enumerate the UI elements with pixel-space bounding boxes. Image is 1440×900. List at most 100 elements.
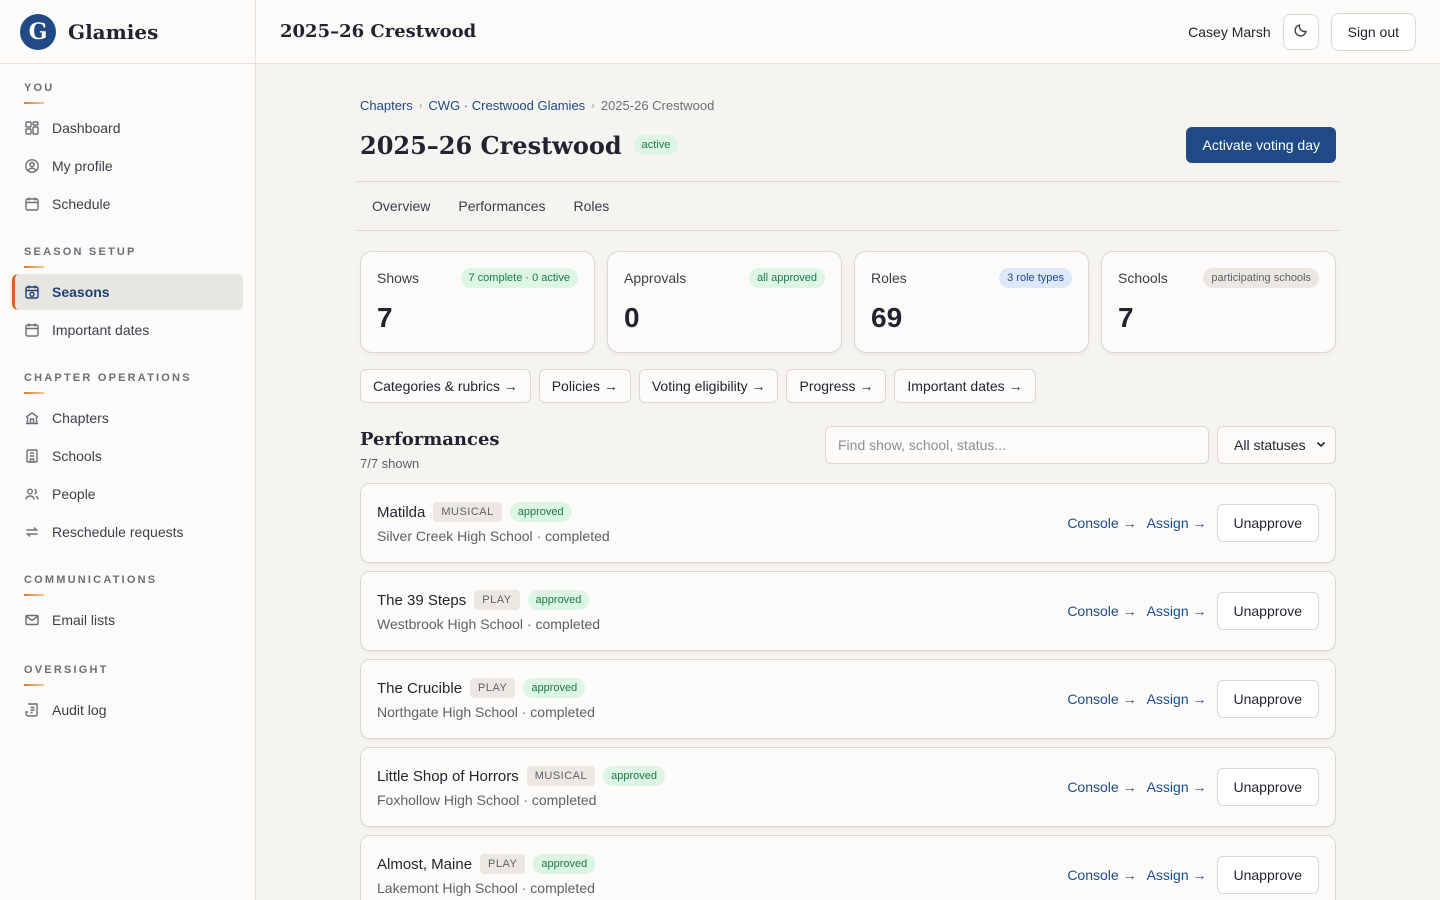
dashboard-icon [24,120,40,136]
tab-performances[interactable]: Performances [458,198,545,214]
list-item: Matilda MUSICAL approved Silver Creek Hi… [360,483,1336,563]
console-link[interactable]: Console → [1067,515,1136,531]
list-item: Little Shop of Horrors MUSICAL approved … [360,747,1336,827]
nav-heading: SEASON SETUP [24,246,137,258]
stats-row: Shows 7 complete · 0 active 7 Approvals … [360,251,1336,353]
chevron-down-icon [1315,437,1327,453]
status-badge: approved [523,678,586,698]
policies-link[interactable]: Policies → [538,369,631,403]
status-badge: active [633,135,679,155]
moon-icon [1293,22,1309,41]
sidebar-item-my-profile[interactable]: My profile [12,148,243,184]
activate-voting-day-button[interactable]: Activate voting day [1186,127,1336,163]
nav-divider [24,392,44,394]
sidebar-item-reschedule-requests[interactable]: Reschedule requests [12,514,243,550]
breadcrumb-link-chapter[interactable]: CWG · Crestwood Glamies [428,98,585,113]
nav-section-communications: COMMUNICATIONS Email lists [0,574,255,638]
theme-toggle-button[interactable] [1282,13,1319,50]
performance-name: The Crucible [377,679,463,697]
sidebar-item-dashboard[interactable]: Dashboard [12,110,243,146]
breadcrumb-separator-icon: › [591,99,595,112]
tab-bar: Overview Performances Roles [356,181,1340,231]
assign-link[interactable]: Assign → [1147,779,1207,795]
console-link[interactable]: Console → [1067,603,1136,619]
sidebar-item-label: Important dates [52,322,150,338]
chapters-icon [24,410,40,426]
shown-count: 7/7 shown [360,456,420,471]
unapprove-button[interactable]: Unapprove [1216,592,1319,630]
nav-heading: COMMUNICATIONS [24,574,158,586]
performance-school: Northgate High School · completed [377,704,595,720]
unapprove-button[interactable]: Unapprove [1216,768,1319,806]
sidebar-item-audit-log[interactable]: Audit log [12,692,243,728]
important-dates-link[interactable]: Important dates → [894,369,1036,403]
stat-value: 0 [624,302,640,333]
sidebar-item-label: Schedule [52,196,111,212]
stat-badge: 3 role types [999,268,1072,288]
assign-link[interactable]: Assign → [1147,603,1207,619]
school-icon [24,448,40,464]
search-input[interactable] [825,426,1209,464]
status-filter-select[interactable]: All statuses [1217,426,1336,464]
categories-rubrics-link[interactable]: Categories & rubrics → [360,369,531,403]
console-link[interactable]: Console → [1067,779,1136,795]
assign-link[interactable]: Assign → [1147,867,1207,883]
season-calendar-icon [24,284,40,300]
topbar: 2025–26 Crestwood Casey Marsh Sign out [256,0,1440,64]
breadcrumb-separator-icon: › [418,99,423,112]
unapprove-button[interactable]: Unapprove [1216,504,1319,542]
nav-heading: OVERSIGHT [24,664,109,676]
nav-section-oversight: OVERSIGHT Audit log [0,664,255,728]
status-badge: approved [533,854,596,874]
breadcrumb-link-chapters[interactable]: Chapters [360,98,413,113]
performance-school: Foxhollow High School · completed [377,792,597,808]
sidebar-item-schools[interactable]: Schools [12,438,243,474]
calendar-icon [24,322,40,338]
assign-link[interactable]: Assign → [1147,515,1207,531]
type-badge: MUSICAL [433,502,502,522]
unapprove-button[interactable]: Unapprove [1216,856,1319,894]
tab-roles[interactable]: Roles [574,198,610,214]
sidebar-item-schedule[interactable]: Schedule [12,186,243,222]
list-item: The 39 Steps PLAY approved Westbrook Hig… [360,571,1336,651]
quick-links: Categories & rubrics → Policies → Voting… [360,369,1336,403]
sidebar-item-seasons[interactable]: Seasons [12,274,243,310]
progress-link[interactable]: Progress → [786,369,887,403]
sidebar-item-label: Seasons [52,284,110,300]
sign-out-button[interactable]: Sign out [1330,12,1416,51]
sidebar-item-label: Schools [52,448,102,464]
stat-badge: participating schools [1203,268,1319,288]
console-link[interactable]: Console → [1067,691,1136,707]
stat-card-schools: Schools participating schools 7 [1101,251,1336,353]
unapprove-button[interactable]: Unapprove [1216,680,1319,718]
stat-badge: 7 complete · 0 active [460,268,578,288]
status-badge: approved [603,766,666,786]
voting-eligibility-link[interactable]: Voting eligibility → [638,369,779,403]
console-link[interactable]: Console → [1067,867,1136,883]
breadcrumb-current: 2025-26 Crestwood [600,98,715,113]
stat-label: Schools [1118,270,1168,286]
sidebar-item-label: Reschedule requests [52,524,184,540]
calendar-icon [24,196,40,212]
stat-label: Roles [871,270,907,286]
performance-name: Almost, Maine [377,855,473,873]
assign-link[interactable]: Assign → [1147,691,1207,707]
page-title: 2025–26 Crestwood [360,130,622,160]
brand[interactable]: G Glamies [0,0,255,64]
sidebar-item-email-lists[interactable]: Email lists [12,602,243,638]
tab-overview[interactable]: Overview [372,198,430,214]
sidebar-item-chapters[interactable]: Chapters [12,400,243,436]
sidebar-item-label: Chapters [52,410,109,426]
list-item: The Crucible PLAY approved Northgate Hig… [360,659,1336,739]
profile-icon [24,158,40,174]
performance-school: Silver Creek High School · completed [377,528,610,544]
sidebar-item-label: Dashboard [52,120,121,136]
nav-heading: YOU [24,82,55,94]
performances-header: Performances 7/7 shown All statuses [360,426,1336,471]
sidebar-item-important-dates[interactable]: Important dates [12,312,243,348]
nav-divider [24,684,44,686]
list-item: Almost, Maine PLAY approved Lakemont Hig… [360,835,1336,900]
status-filter-value: All statuses [1234,437,1306,453]
performance-name: Matilda [377,503,426,521]
sidebar-item-people[interactable]: People [12,476,243,512]
